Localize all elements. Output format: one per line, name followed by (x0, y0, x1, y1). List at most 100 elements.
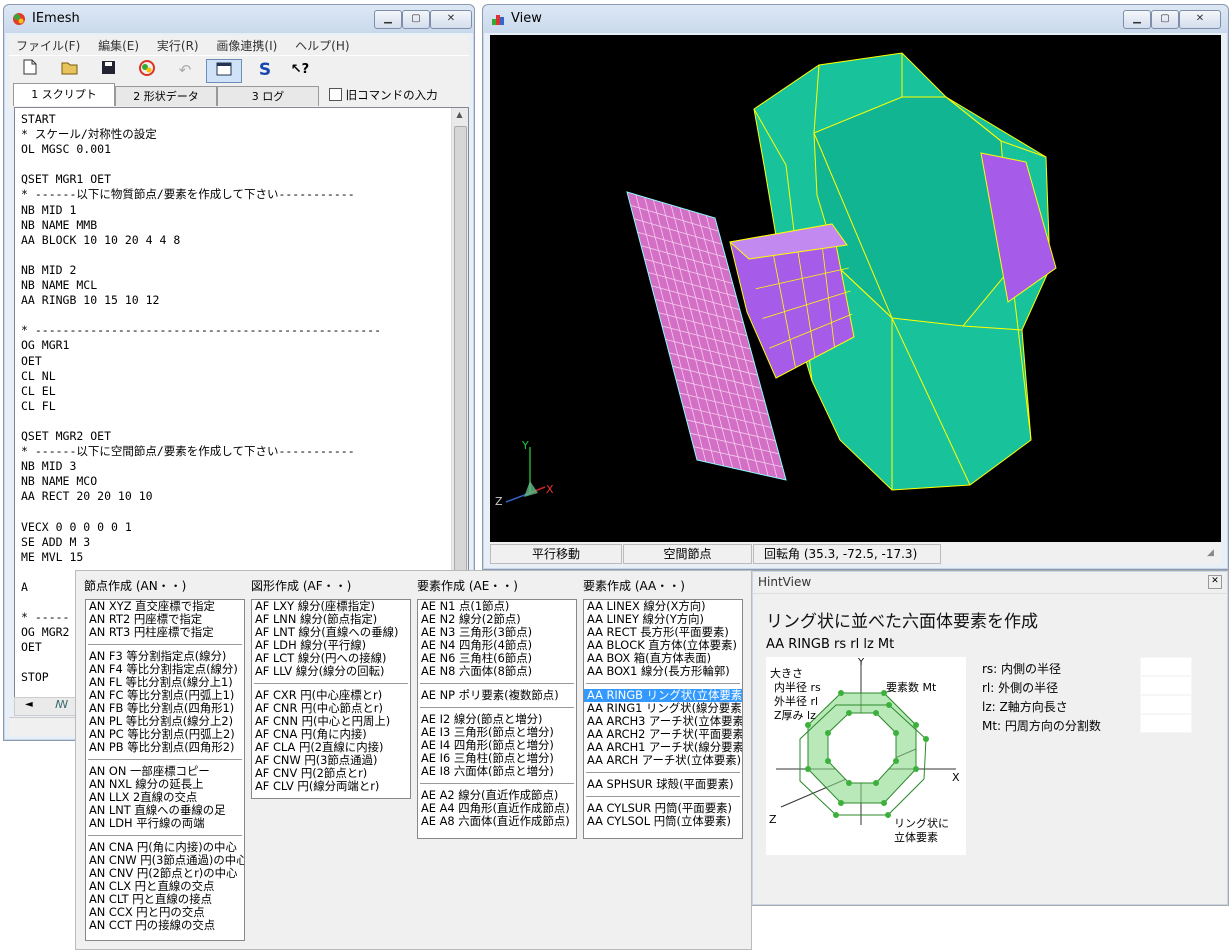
scroll-up-icon[interactable]: ▲ (454, 110, 465, 120)
aa-command-item[interactable]: AA ARCH アーチ状(立体要素) (584, 754, 742, 767)
af-command-separator (254, 683, 408, 684)
list-aa[interactable]: AA LINEX 線分(X方向) AA LINEY 線分(Y方向) AA RECT … (583, 599, 743, 839)
diagram-count-label: 要素数 Mt (886, 681, 937, 694)
ae-command-separator (420, 783, 574, 784)
context-help-icon[interactable]: ↖? (289, 59, 311, 81)
view-window: View ▁ ▢ ✕ Y X Z 平行移動 空間節点 回転角 (35.3, -7… (482, 4, 1229, 570)
iemesh-titlebar[interactable]: IEmesh ▁ ▢ ✕ (4, 5, 474, 33)
param-lz-field[interactable] (1140, 695, 1192, 714)
maximize-button[interactable]: ▢ (402, 10, 430, 29)
tab-script[interactable]: 1 スクリプト (13, 83, 115, 106)
list-an[interactable]: AN XYZ 直交座標で指定 AN RT2 円座標で指定 AN RT3 円柱座標で指… (85, 599, 245, 941)
menu-run[interactable]: 実行(R) (150, 35, 206, 56)
diagram-note-2: 立体要素 (894, 830, 938, 844)
view-title: View (511, 11, 542, 26)
ae-command-item[interactable]: AE I8 六面体(節点と増分) (418, 765, 576, 778)
tab-log[interactable]: 3 ログ (217, 86, 319, 106)
status-pan-mode[interactable]: 平行移動 (490, 544, 622, 564)
header-an: 節点作成 (AN・・) (84, 579, 187, 593)
old-command-option[interactable]: 旧コマンドの入力 (329, 87, 438, 103)
an-command-item[interactable]: AN RT3 円柱座標で指定 (86, 626, 244, 639)
app-icon (13, 13, 25, 25)
resize-grip-icon[interactable]: ◢ (1207, 548, 1219, 560)
save-icon[interactable] (97, 59, 119, 81)
3d-viewport[interactable]: Y X Z (490, 35, 1221, 542)
hintview-title: HintView (758, 575, 812, 589)
param-lz: lz: Z軸方向長さ (982, 700, 1068, 714)
menu-help[interactable]: ヘルプ(H) (288, 35, 356, 56)
param-rs: rs: 内側の半径 (982, 662, 1062, 676)
diagram-axis-z: Z (769, 813, 777, 826)
view-titlebar[interactable]: View ▁ ▢ ✕ (483, 5, 1228, 33)
ae-command-item[interactable]: AE A8 六面体(直近作成節点) (418, 815, 576, 828)
af-command-item[interactable]: AF LLV 線分(線分の回転) (252, 665, 410, 678)
param-rs-field[interactable] (1140, 657, 1192, 676)
an-command-separator (88, 644, 242, 645)
close-button[interactable]: ✕ (430, 10, 472, 29)
af-command-item[interactable]: AF CLV 円(線分両端とr) (252, 780, 410, 793)
view-close-button[interactable]: ✕ (1179, 10, 1221, 29)
status-rotation: 回転角 (35.3, -72.5, -17.3) (753, 544, 941, 564)
ae-command-separator (420, 707, 574, 708)
aa-command-separator (586, 772, 740, 773)
axis-y-label: Y (521, 439, 529, 452)
param-rl-field[interactable] (1140, 676, 1192, 695)
hint-heading: リング状に並べた六面体要素を作成 (766, 612, 1038, 632)
menubar: ファイル(F) 編集(E) 実行(R) 画像連携(I) ヘルプ(H) (9, 35, 469, 55)
toolbar: ↶ S ↖? (9, 55, 469, 84)
new-file-icon[interactable] (19, 59, 41, 81)
aa-command-item[interactable]: AA BOX1 線分(長方形輪郭) (584, 665, 742, 678)
open-folder-icon[interactable] (59, 59, 81, 81)
hintview-window: HintView ✕ リング状に並べた六面体要素を作成 AA RINGB rs … (751, 570, 1229, 906)
menu-file[interactable]: ファイル(F) (9, 35, 87, 56)
param-rl: rl: 外側の半径 (982, 681, 1059, 695)
undo-icon[interactable]: ↶ (174, 59, 196, 81)
list-af[interactable]: AF LXY 線分(座標指定) AF LNN 線分(節点指定) AF LNT 線分(… (251, 599, 411, 799)
scroll-left-icon[interactable]: ◄ (25, 699, 33, 710)
mesh-render[interactable]: Y X Z (490, 35, 1221, 542)
diagram-axis-y: Y (857, 657, 865, 668)
tab-shape-data[interactable]: 2 形状データ (115, 86, 217, 106)
an-command-item[interactable]: AN PB 等比分割点(四角形2) (86, 741, 244, 754)
diagram-outer-label: 外半径 rl (774, 694, 818, 708)
menu-edit[interactable]: 編集(E) (91, 35, 146, 56)
status-node-group[interactable]: 空間節点 (623, 544, 752, 564)
view-maximize-button[interactable]: ▢ (1151, 10, 1179, 29)
ae-command-separator (420, 683, 574, 684)
aa-command-item[interactable]: AA CYLSOL 円筒(立体要素) (584, 815, 742, 828)
diagram-size-label: 大きさ (770, 666, 803, 680)
iemesh-title: IEmesh (32, 11, 80, 26)
axis-z-label: Z (495, 495, 503, 508)
window-toggle-icon[interactable] (206, 59, 242, 83)
an-command-separator (88, 759, 242, 760)
hscroll-marker-icon: ꟿ (55, 698, 69, 711)
ae-command-item[interactable]: AE NP ポリ要素(複数節点) (418, 689, 576, 702)
aa-command-separator (586, 683, 740, 684)
list-ae[interactable]: AE N1 点(1節点) AE N2 線分(2節点) AE N3 三角形(3節点) A… (417, 599, 577, 839)
aa-command-item[interactable]: AA SPHSUR 球殻(平面要素) (584, 778, 742, 791)
an-command-separator (88, 835, 242, 836)
hint-command-syntax: AA RINGB rs rl lz Mt (766, 637, 895, 652)
ae-command-item[interactable]: AE N8 六面体(8節点) (418, 665, 576, 678)
param-mt-field[interactable] (1140, 714, 1192, 733)
hintview-close-icon[interactable]: ✕ (1208, 575, 1222, 589)
an-command-item[interactable]: AN LDH 平行線の両端 (86, 817, 244, 830)
tab-strip: 1 スクリプト 2 形状データ 3 ログ 旧コマンドの入力 (9, 83, 469, 107)
view-minimize-button[interactable]: ▁ (1123, 10, 1151, 29)
old-command-label: 旧コマンドの入力 (345, 88, 438, 102)
run-icon[interactable] (136, 59, 158, 81)
old-command-checkbox[interactable] (329, 88, 342, 101)
view-app-icon (492, 15, 504, 25)
axis-x-label: X (546, 483, 554, 496)
param-mt: Mt: 円周方向の分割数 (982, 719, 1101, 733)
s-command-icon[interactable]: S (254, 59, 276, 81)
header-aa: 要素作成 (AA・・) (583, 579, 685, 593)
menu-image[interactable]: 画像連携(I) (209, 35, 284, 56)
an-command-item[interactable]: AN CCT 円の接線の交点 (86, 919, 244, 932)
header-af: 図形作成 (AF・・) (251, 579, 352, 593)
diagram-thickness-label: Z厚み lz (774, 709, 816, 722)
view-statusbar: 平行移動 空間節点 回転角 (35.3, -72.5, -17.3) ◢ (490, 542, 1221, 564)
diagram-note-1: リング状に (894, 816, 949, 830)
ring-diagram: 大きさ 内半径 rs 外半径 rl Z厚み lz 要素数 Mt Y X Z リン… (766, 657, 966, 855)
minimize-button[interactable]: ▁ (374, 10, 402, 29)
